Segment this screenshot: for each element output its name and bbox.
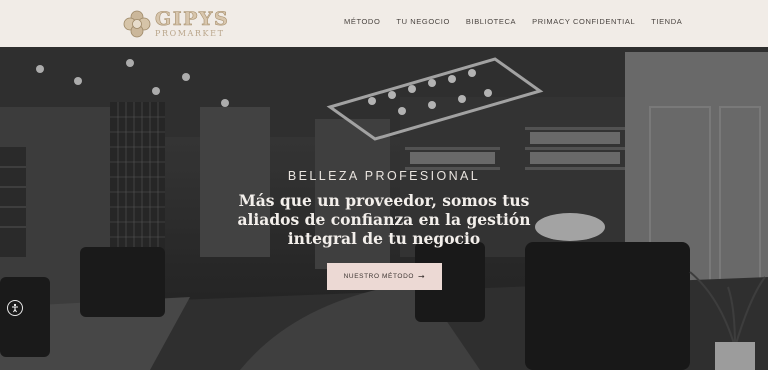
cta-nuestro-metodo-button[interactable]: NUESTRO MÉTODO ➞ (327, 263, 442, 290)
nav-item-metodo[interactable]: Método (344, 17, 380, 26)
logo-name: GIPYS (155, 8, 230, 30)
nav-item-tienda[interactable]: Tienda (651, 17, 682, 26)
hero-section: BELLEZA PROFESIONAL Más que un proveedor… (0, 47, 768, 370)
nav-item-primacy-confidential[interactable]: Primacy Confidential (532, 17, 635, 26)
nav-item-biblioteca[interactable]: Biblioteca (466, 17, 516, 26)
cta-label: NUESTRO MÉTODO (343, 273, 415, 280)
accessibility-icon[interactable] (7, 300, 23, 316)
logo-flower-icon (123, 10, 151, 38)
site-header: GIPYS PROMARKET Método Tu negocio Biblio… (0, 0, 768, 47)
main-nav: Método Tu negocio Biblioteca Primacy Con… (344, 17, 682, 26)
nav-item-tu-negocio[interactable]: Tu negocio (396, 17, 450, 26)
brand-logo[interactable]: GIPYS PROMARKET (122, 9, 229, 39)
hero-headline: Más que un proveedor, somos tus aliados … (237, 191, 531, 248)
arrow-right-icon: ➞ (418, 272, 426, 281)
accessibility-figure-icon (12, 303, 18, 313)
hero-eyebrow: BELLEZA PROFESIONAL (287, 169, 481, 183)
logo-subtitle: PROMARKET (155, 29, 225, 38)
